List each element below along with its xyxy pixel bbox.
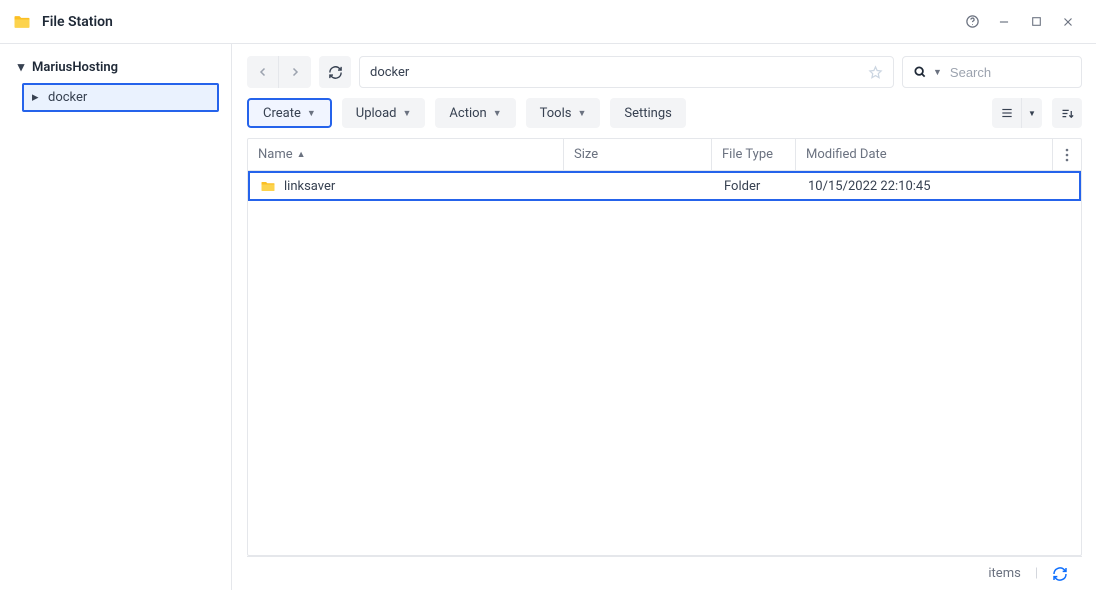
caret-right-icon: ▸ bbox=[32, 90, 44, 105]
nav-forward-button[interactable] bbox=[279, 56, 311, 88]
path-input[interactable]: docker bbox=[359, 56, 894, 88]
create-button[interactable]: Create ▼ bbox=[247, 98, 332, 128]
cell-date: 10/15/2022 22:10:45 bbox=[808, 179, 931, 194]
search-icon bbox=[913, 65, 927, 79]
create-label: Create bbox=[263, 106, 301, 121]
help-icon[interactable] bbox=[956, 6, 988, 38]
minimize-icon[interactable] bbox=[988, 6, 1020, 38]
cell-name: linksaver bbox=[284, 179, 335, 194]
items-label: items bbox=[988, 566, 1020, 581]
file-table: Name ▲ Size File Type Modified Date bbox=[247, 138, 1082, 556]
path-text: docker bbox=[370, 65, 409, 80]
search-input[interactable] bbox=[948, 64, 1071, 81]
sidebar-item-docker[interactable]: ▸ docker bbox=[22, 83, 219, 112]
chevron-down-icon: ▼ bbox=[307, 108, 316, 119]
main-panel: docker ▼ Create ▼ U bbox=[232, 44, 1096, 590]
sidebar: ▾ MariusHosting ▸ docker bbox=[0, 44, 232, 590]
caret-down-icon: ▾ bbox=[14, 60, 28, 75]
column-menu-button[interactable] bbox=[1053, 139, 1081, 170]
tools-button[interactable]: Tools ▼ bbox=[526, 98, 601, 128]
statusbar-reload-button[interactable] bbox=[1052, 566, 1068, 582]
column-header-type[interactable]: File Type bbox=[712, 139, 796, 170]
sidebar-root[interactable]: ▾ MariusHosting bbox=[8, 56, 223, 79]
toolbar: Create ▼ Upload ▼ Action ▼ Tools ▼ Setti… bbox=[247, 98, 1082, 128]
app-title: File Station bbox=[42, 14, 956, 30]
status-bar: items | bbox=[247, 556, 1082, 590]
reload-button[interactable] bbox=[319, 56, 351, 88]
column-header-name[interactable]: Name ▲ bbox=[248, 139, 564, 170]
app-folder-icon bbox=[12, 12, 32, 32]
list-view-button[interactable] bbox=[992, 98, 1022, 128]
maximize-icon[interactable] bbox=[1020, 6, 1052, 38]
sidebar-root-label: MariusHosting bbox=[32, 60, 118, 75]
column-header-date[interactable]: Modified Date bbox=[796, 139, 1053, 170]
table-header: Name ▲ Size File Type Modified Date bbox=[248, 139, 1081, 171]
favorite-star-icon[interactable] bbox=[868, 65, 883, 80]
upload-label: Upload bbox=[356, 106, 397, 121]
upload-button[interactable]: Upload ▼ bbox=[342, 98, 426, 128]
tools-label: Tools bbox=[540, 106, 572, 121]
nav-back-button[interactable] bbox=[247, 56, 279, 88]
chevron-down-icon: ▼ bbox=[577, 108, 586, 119]
close-icon[interactable] bbox=[1052, 6, 1084, 38]
action-button[interactable]: Action ▼ bbox=[435, 98, 515, 128]
chevron-down-icon: ▼ bbox=[403, 108, 412, 119]
folder-icon bbox=[260, 180, 276, 193]
settings-label: Settings bbox=[624, 106, 671, 121]
action-label: Action bbox=[449, 106, 486, 121]
nav-row: docker ▼ bbox=[247, 56, 1082, 88]
chevron-down-icon[interactable]: ▼ bbox=[933, 67, 942, 78]
table-row[interactable]: linksaver Folder 10/15/2022 22:10:45 bbox=[248, 171, 1081, 201]
cell-type: Folder bbox=[724, 179, 760, 194]
history-nav-group bbox=[247, 56, 311, 88]
table-body: linksaver Folder 10/15/2022 22:10:45 bbox=[248, 171, 1081, 555]
search-box[interactable]: ▼ bbox=[902, 56, 1082, 88]
chevron-down-icon: ▼ bbox=[493, 108, 502, 119]
sort-button[interactable] bbox=[1052, 98, 1082, 128]
sidebar-item-label: docker bbox=[48, 90, 87, 105]
chevron-down-icon: ▼ bbox=[1028, 109, 1036, 118]
view-mode-dropdown[interactable]: ▼ bbox=[1022, 98, 1042, 128]
sort-asc-icon: ▲ bbox=[297, 149, 306, 160]
settings-button[interactable]: Settings bbox=[610, 98, 685, 128]
column-header-size[interactable]: Size bbox=[564, 139, 712, 170]
view-mode-group: ▼ bbox=[992, 98, 1042, 128]
titlebar: File Station bbox=[0, 0, 1096, 44]
